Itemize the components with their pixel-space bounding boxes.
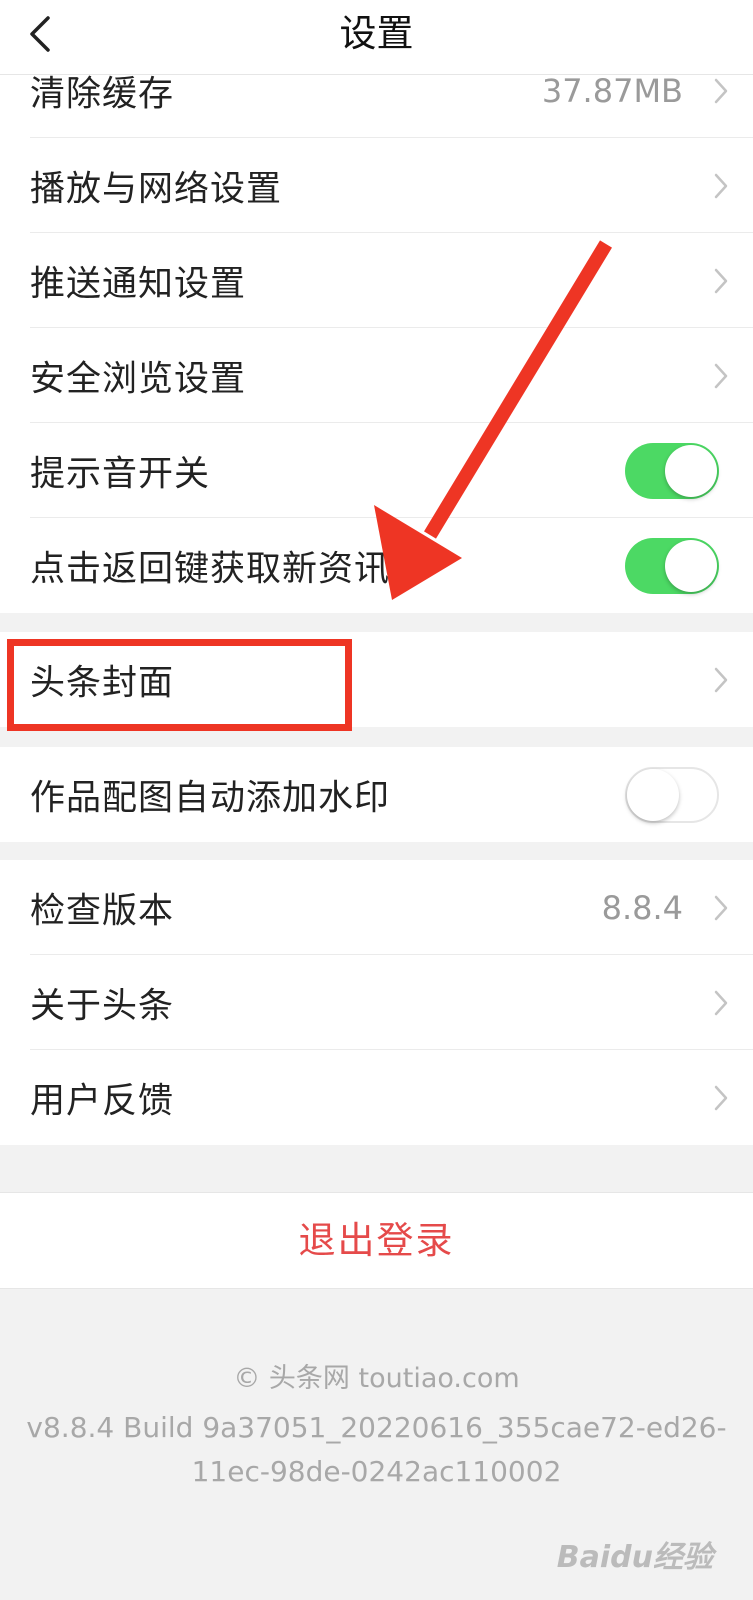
- chevron-right-icon: [714, 268, 728, 293]
- sound-switch-row: 提示音开关: [0, 423, 753, 518]
- row-label: 头条封面: [30, 663, 175, 703]
- copyright-text: © 头条网 toutiao.com: [233, 1363, 520, 1394]
- version-value: 8.8.4: [601, 888, 683, 927]
- row-label: 推送通知设置: [30, 264, 247, 304]
- safe-browsing-settings-row[interactable]: 安全浏览设置: [0, 328, 753, 423]
- row-label: 检查版本: [30, 891, 175, 931]
- settings-group-cover: 头条封面: [0, 632, 753, 727]
- row-label: 作品配图自动添加水印: [30, 778, 391, 818]
- toggle-knob: [665, 444, 717, 497]
- settings-group-about: 检查版本 8.8.4 关于头条 用户反馈: [0, 860, 753, 1145]
- nav-bar: 设置: [0, 0, 753, 75]
- back-key-refresh-row: 点击返回键获取新资讯: [0, 518, 753, 613]
- check-version-row[interactable]: 检查版本 8.8.4: [0, 860, 753, 955]
- cache-size-value: 37.87MB: [541, 71, 683, 110]
- chevron-right-icon: [714, 895, 728, 920]
- auto-watermark-row: 作品配图自动添加水印: [0, 747, 753, 842]
- chevron-right-icon: [714, 990, 728, 1015]
- row-label: 播放与网络设置: [30, 169, 283, 209]
- row-label: 用户反馈: [30, 1081, 175, 1121]
- row-label: 安全浏览设置: [30, 359, 247, 399]
- chevron-right-icon: [714, 363, 728, 388]
- push-notification-settings-row[interactable]: 推送通知设置: [0, 233, 753, 328]
- toggle-knob: [627, 768, 679, 821]
- logout-label: 退出登录: [298, 1219, 455, 1262]
- chevron-right-icon: [714, 78, 728, 103]
- baidu-jingyan-watermark: Baidu经验: [556, 1540, 713, 1575]
- page-title: 设置: [339, 12, 414, 55]
- settings-group-watermark: 作品配图自动添加水印: [0, 747, 753, 842]
- about-toutiao-row[interactable]: 关于头条: [0, 955, 753, 1050]
- chevron-right-icon: [714, 1085, 728, 1110]
- build-info-text: v8.8.4 Build 9a37051_20220616_355cae72-e…: [26, 1411, 727, 1488]
- playback-network-settings-row[interactable]: 播放与网络设置: [0, 138, 753, 233]
- row-label: 关于头条: [30, 986, 175, 1026]
- toutiao-cover-row[interactable]: 头条封面: [0, 632, 753, 727]
- back-key-refresh-toggle[interactable]: [625, 537, 719, 594]
- logout-button[interactable]: 退出登录: [0, 1192, 753, 1289]
- sound-toggle[interactable]: [625, 442, 719, 499]
- user-feedback-row[interactable]: 用户反馈: [0, 1050, 753, 1145]
- row-label: 提示音开关: [30, 454, 211, 494]
- chevron-right-icon: [714, 667, 728, 692]
- settings-group-general: 清除缓存 37.87MB 播放与网络设置 推送通知设置 安全浏览设置 提示音开关…: [0, 43, 753, 613]
- auto-watermark-toggle[interactable]: [625, 766, 719, 823]
- row-label: 点击返回键获取新资讯: [30, 549, 391, 589]
- chevron-right-icon: [714, 173, 728, 198]
- toggle-knob: [665, 539, 717, 592]
